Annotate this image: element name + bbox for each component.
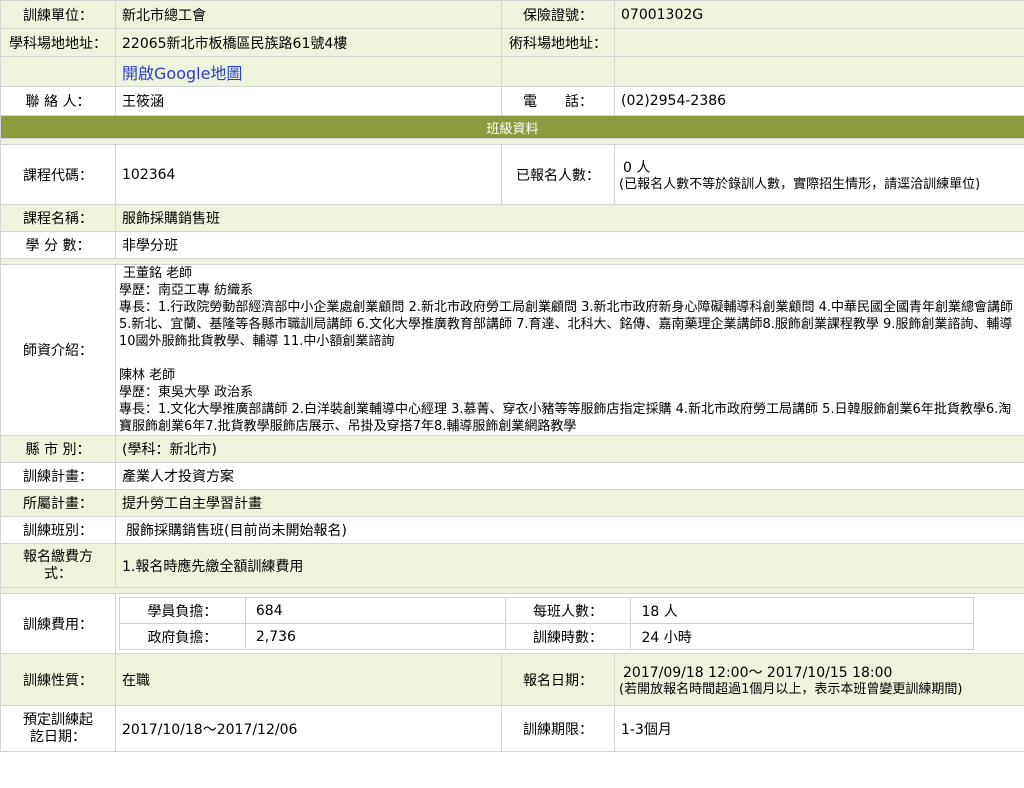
signup-date-note: (若開放報名時間超過1個月以上，表示本班曾變更訓練期間) xyxy=(619,681,963,697)
row-course-code: 課程代碼： 102364 已報名人數： 0 人 (已報名人數不等於錄訓人數，實際… xyxy=(0,144,1024,205)
hours-label: 訓練時數： xyxy=(504,623,632,650)
duration-value: 1-3個月 xyxy=(614,705,1024,752)
row-nature: 訓練性質： 在職 報名日期： 2017/09/18 12:00～ 2017/10… xyxy=(0,653,1024,706)
section-title: 班級資料 xyxy=(0,115,1024,139)
row-fee: 訓練費用： 學員負擔： 684 每班人數： 18 人 政府負擔： 2,736 訓… xyxy=(0,593,1024,654)
row-payment: 報名繳費方式： 1.報名時應先繳全額訓練費用 xyxy=(0,543,1024,588)
teacher-1-name: 王董銘 老師 xyxy=(123,266,193,281)
phone-value: (02)2954-2386 xyxy=(614,86,1024,116)
insurance-value: 07001302G xyxy=(614,0,1024,29)
row-plan: 訓練計畫： 產業人才投資方案 xyxy=(0,462,1024,490)
row-training-date: 預定訓練起訖日期： 2017/10/18～2017/12/06 訓練期限： 1-… xyxy=(0,705,1024,752)
class-label: 訓練班別： xyxy=(0,516,116,544)
row-course-name: 課程名稱： 服飾採購銷售班 xyxy=(0,204,1024,232)
training-date-value: 2017/10/18～2017/12/06 xyxy=(115,705,502,752)
student-cost-value: 684 xyxy=(244,597,506,624)
row-sub-plan: 所屬計畫： 提升勞工自主學習計畫 xyxy=(0,489,1024,517)
section-header: 班級資料 xyxy=(0,115,1024,139)
sub-plan-label: 所屬計畫： xyxy=(0,489,116,517)
course-name-label: 課程名稱： xyxy=(0,204,116,232)
enrolled-note: (已報名人數不等於錄訓人數，實際招生情形，請逕洽訓練單位) xyxy=(619,176,981,192)
nature-label: 訓練性質： xyxy=(0,653,116,706)
credits-label: 學 分 數： xyxy=(0,231,116,259)
gov-cost-value: 2,736 xyxy=(244,623,506,650)
enrolled-value: 0 人 xyxy=(623,159,651,176)
class-size-value: 18 人 xyxy=(630,597,974,624)
signup-date-value: 2017/09/18 12:00～ 2017/10/15 18:00 xyxy=(623,664,893,681)
county-value: (學科：新北市) xyxy=(115,435,1024,463)
teacher-2-education: 學歷：東吳大學 政治系 xyxy=(119,385,254,400)
teacher-2-expertise: 專長：1.文化大學推廣部講師 2.白洋裝創業輔導中心經理 3.慕菁、穿衣小豬等等… xyxy=(119,402,1012,434)
class-value: 服飾採購銷售班(目前尚未開始報名) xyxy=(115,516,1024,544)
course-info-table: 訓練單位： 新北市總工會 保險證號： 07001302G 學科場地地址： 220… xyxy=(0,0,1024,752)
credits-value: 非學分班 xyxy=(115,231,1024,259)
plan-value: 產業人才投資方案 xyxy=(115,462,1024,490)
payment-value: 1.報名時應先繳全額訓練費用 xyxy=(115,543,1024,588)
nature-value: 在職 xyxy=(115,653,502,706)
row-credits: 學 分 數： 非學分班 xyxy=(0,231,1024,259)
teacher-1-expertise: 專長：1.行政院勞動部經濟部中小企業處創業顧問 2.新北市政府勞工局創業顧問 3… xyxy=(119,300,1014,349)
course-code-value: 102364 xyxy=(115,144,502,205)
row-unit: 訓練單位： 新北市總工會 保險證號： 07001302G xyxy=(0,0,1024,29)
unit-value: 新北市總工會 xyxy=(115,0,502,29)
row-teachers: 師資介紹： 王董銘 老師 學歷：南亞工專 紡織系 專長：1.行政院勞動部經濟部中… xyxy=(0,264,1024,436)
duration-label: 訓練期限： xyxy=(501,705,615,752)
insurance-label: 保險證號： xyxy=(501,0,615,29)
payment-label: 報名繳費方式： xyxy=(0,543,116,588)
hours-value: 24 小時 xyxy=(630,623,974,650)
fee-table: 學員負擔： 684 每班人數： 18 人 政府負擔： 2,736 訓練時數： 2… xyxy=(119,597,974,650)
course-code-label: 課程代碼： xyxy=(0,144,116,205)
teachers-label: 師資介紹： xyxy=(0,264,116,436)
contact-value: 王筱涵 xyxy=(115,86,502,116)
plan-label: 訓練計畫： xyxy=(0,462,116,490)
unit-label: 訓練單位： xyxy=(0,0,116,29)
sub-plan-value: 提升勞工自主學習計畫 xyxy=(115,489,1024,517)
row-county: 縣 市 別： (學科：新北市) xyxy=(0,435,1024,463)
row-map: 開啟Google地圖 xyxy=(0,56,1024,87)
student-cost-label: 學員負擔： xyxy=(119,597,246,624)
class-size-label: 每班人數： xyxy=(504,597,632,624)
county-label: 縣 市 別： xyxy=(0,435,116,463)
technical-site-label: 術科場地地址： xyxy=(501,28,615,57)
phone-label: 電 話： xyxy=(501,86,615,116)
row-site: 學科場地地址： 22065新北市板橋區民族路61號4樓 術科場地地址： xyxy=(0,28,1024,57)
row-class: 訓練班別： 服飾採購銷售班(目前尚未開始報名) xyxy=(0,516,1024,544)
enrolled-label: 已報名人數： xyxy=(501,144,615,205)
fee-row-1: 學員負擔： 684 每班人數： 18 人 xyxy=(119,597,974,624)
academic-site-value: 22065新北市板橋區民族路61號4樓 xyxy=(115,28,502,57)
course-name-value: 服飾採購銷售班 xyxy=(115,204,1024,232)
gov-cost-label: 政府負擔： xyxy=(119,623,246,650)
row-contact: 聯 絡 人： 王筱涵 電 話： (02)2954-2386 xyxy=(0,86,1024,116)
contact-label: 聯 絡 人： xyxy=(0,86,116,116)
signup-date-label: 報名日期： xyxy=(501,653,615,706)
technical-site-value xyxy=(614,28,1024,57)
academic-site-label: 學科場地地址： xyxy=(0,28,116,57)
fee-label: 訓練費用： xyxy=(0,593,116,654)
teacher-1-education: 學歷：南亞工專 紡織系 xyxy=(119,283,254,298)
fee-row-2: 政府負擔： 2,736 訓練時數： 24 小時 xyxy=(119,623,974,650)
google-map-link[interactable]: 開啟Google地圖 xyxy=(122,64,242,83)
teacher-2-name: 陳林 老師 xyxy=(119,368,176,383)
training-date-label: 預定訓練起訖日期： xyxy=(0,705,116,752)
